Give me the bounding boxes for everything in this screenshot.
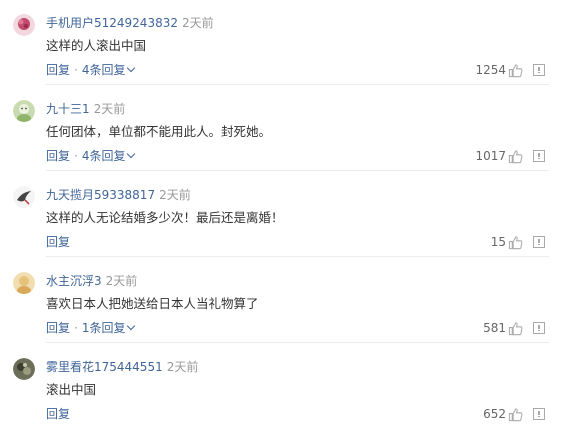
- bird-avatar-icon: [13, 186, 35, 208]
- timestamp: 2天前: [159, 188, 191, 202]
- view-replies-button[interactable]: 4条回复: [82, 63, 136, 77]
- comment-text: 任何团体，单位都不能用此人。封死她。: [46, 124, 272, 139]
- reply-button[interactable]: 回复: [46, 63, 70, 77]
- comment-item: 水主沉浮3 2天前 喜欢日本人把她送给日本人当礼物算了 回复 · 1条回复 581: [0, 258, 565, 343]
- like-count: 1254: [475, 63, 506, 77]
- reply-button[interactable]: 回复: [46, 149, 70, 163]
- thumbs-up-icon[interactable]: [508, 63, 523, 78]
- view-replies-button[interactable]: 1条回复: [82, 321, 136, 335]
- comment-text: 这样的人滚出中国: [46, 38, 147, 53]
- chevron-down-icon: [127, 321, 136, 331]
- comment-actions: 回复 · 1条回复: [46, 319, 136, 337]
- user-avatar[interactable]: [13, 100, 35, 122]
- comment-meta: 水主沉浮3 2天前: [46, 272, 137, 290]
- report-icon[interactable]: [533, 236, 545, 248]
- username[interactable]: 九十三1: [46, 102, 90, 116]
- username[interactable]: 九天揽月59338817: [46, 188, 155, 202]
- reply-button[interactable]: 回复: [46, 235, 70, 249]
- comment-text: 喜欢日本人把她送给日本人当礼物算了: [46, 296, 259, 311]
- comment-text: 这样的人无论结婚多少次！最后还是离婚！: [46, 210, 284, 225]
- like-count: 1017: [475, 149, 506, 163]
- comment-actions: 回复: [46, 405, 70, 423]
- timestamp: 2天前: [181, 16, 214, 30]
- timestamp: 2天前: [93, 102, 126, 116]
- username[interactable]: 手机用户51249243832: [46, 16, 178, 30]
- timestamp: 2天前: [166, 360, 199, 374]
- comment-item: 九天揽月59338817 2天前 这样的人无论结婚多少次！最后还是离婚！ 回复 1…: [0, 172, 565, 257]
- timestamp: 2天前: [105, 274, 138, 288]
- reply-button[interactable]: 回复: [46, 407, 70, 421]
- user-avatar[interactable]: [13, 186, 35, 208]
- comment-tools: 652: [483, 404, 545, 424]
- comment-item: 九十三1 2天前 任何团体，单位都不能用此人。封死她。 回复 · 4条回复 1017: [0, 86, 565, 171]
- comment-actions: 回复: [46, 233, 70, 251]
- chevron-down-icon: [127, 149, 136, 159]
- reply-button[interactable]: 回复: [46, 321, 70, 335]
- divider: [46, 342, 549, 343]
- user-avatar[interactable]: [13, 14, 35, 36]
- report-icon[interactable]: [533, 408, 545, 420]
- report-icon[interactable]: [533, 150, 545, 162]
- comment-meta: 雾里看花175444551 2天前: [46, 358, 198, 376]
- comment-tools: 1017: [475, 146, 545, 166]
- chevron-down-icon: [127, 63, 136, 73]
- green-cartoon-avatar-icon: [13, 100, 35, 122]
- thumbs-up-icon[interactable]: [508, 407, 523, 422]
- pink-flower-avatar-icon: [13, 14, 35, 36]
- thumbs-up-icon[interactable]: [508, 321, 523, 336]
- divider: [46, 84, 549, 85]
- report-icon[interactable]: [533, 64, 545, 76]
- comment-meta: 手机用户51249243832 2天前: [46, 14, 214, 32]
- comment-actions: 回复 · 4条回复: [46, 61, 136, 79]
- thumbs-up-icon[interactable]: [508, 235, 523, 250]
- sand-avatar-icon: [13, 272, 35, 294]
- separator: ·: [74, 321, 78, 335]
- divider: [46, 256, 549, 257]
- view-replies-button[interactable]: 4条回复: [82, 149, 136, 163]
- report-icon[interactable]: [533, 322, 545, 334]
- user-avatar[interactable]: [13, 358, 35, 380]
- separator: ·: [74, 149, 78, 163]
- comment-item: 手机用户51249243832 2天前 这样的人滚出中国 回复 · 4条回复 1254: [0, 0, 565, 85]
- comment-tools: 1254: [475, 60, 545, 80]
- comment-text: 滚出中国: [46, 382, 97, 397]
- user-avatar[interactable]: [13, 272, 35, 294]
- comment-item: 雾里看花175444551 2天前 滚出中国 回复 652: [0, 344, 565, 429]
- comment-tools: 15: [491, 232, 545, 252]
- comment-meta: 九十三1 2天前: [46, 100, 125, 118]
- dark-photo-avatar-icon: [13, 358, 35, 380]
- comment-actions: 回复 · 4条回复: [46, 147, 136, 165]
- username[interactable]: 雾里看花175444551: [46, 360, 163, 374]
- separator: ·: [74, 63, 78, 77]
- like-count: 652: [483, 407, 506, 421]
- username[interactable]: 水主沉浮3: [46, 274, 102, 288]
- like-count: 581: [483, 321, 506, 335]
- thumbs-up-icon[interactable]: [508, 149, 523, 164]
- divider: [46, 170, 549, 171]
- like-count: 15: [490, 235, 506, 249]
- comment-tools: 581: [483, 318, 545, 338]
- comment-meta: 九天揽月59338817 2天前: [46, 186, 191, 204]
